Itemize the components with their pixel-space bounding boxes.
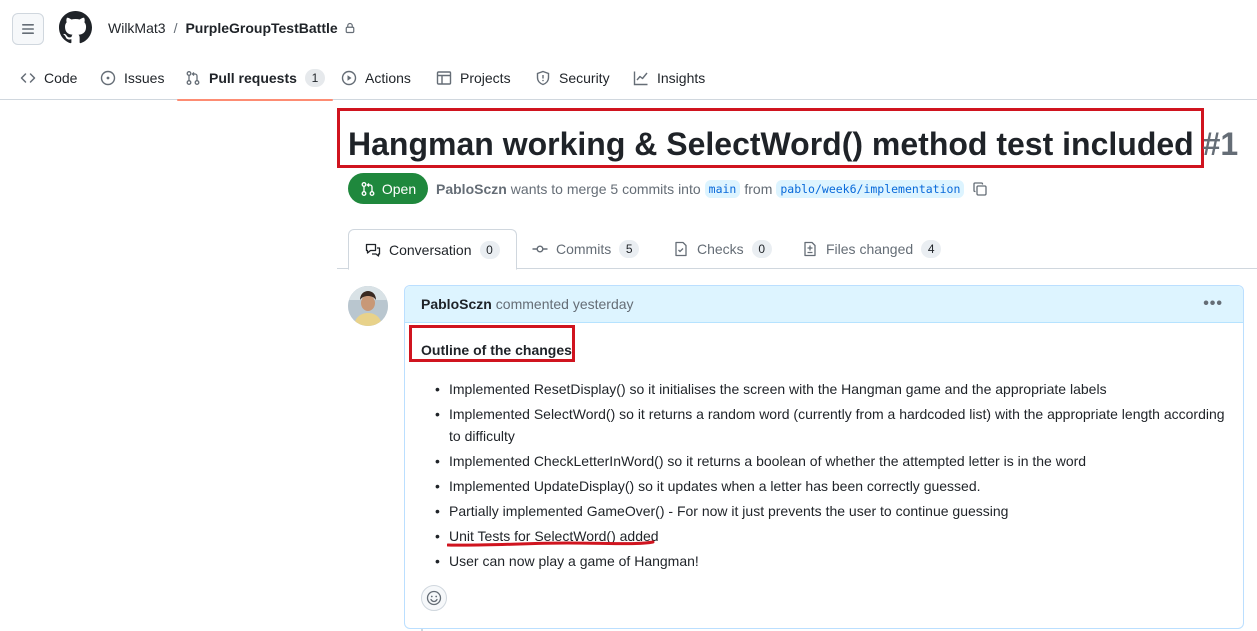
tab-projects[interactable]: Projects <box>436 56 511 100</box>
list-item: Partially implemented GameOver() - For n… <box>430 500 1230 522</box>
tab-checks[interactable]: Checks 0 <box>673 229 772 269</box>
checks-count: 0 <box>751 240 772 258</box>
tab-security-label: Security <box>559 70 610 86</box>
tab-checks-label: Checks <box>697 241 744 257</box>
pull-requests-count: 1 <box>304 69 325 87</box>
base-branch[interactable]: main <box>704 180 741 198</box>
issue-icon <box>100 70 116 86</box>
commits-count: 5 <box>619 240 640 258</box>
avatar[interactable] <box>348 286 388 326</box>
pr-title-text: Hangman working & SelectWord() method te… <box>348 126 1194 162</box>
copy-icon[interactable] <box>972 181 988 197</box>
repo-nav: Code Issues Pull requests 1 Actions Proj… <box>0 56 1257 101</box>
tab-projects-label: Projects <box>460 70 511 86</box>
comment-header: PabloSczn commented yesterday <box>405 286 1243 323</box>
pull-request-icon <box>361 181 375 196</box>
pull-request-icon <box>186 71 200 85</box>
tab-commits[interactable]: Commits 5 <box>532 229 640 269</box>
graph-icon <box>633 71 648 86</box>
shield-icon <box>536 70 550 86</box>
list-item: Implemented UpdateDisplay() so it update… <box>430 475 1230 497</box>
comment-body-heading: Outline of the changes <box>421 342 572 358</box>
tab-issues[interactable]: Issues <box>100 56 164 100</box>
smiley-icon <box>426 590 442 606</box>
tab-security[interactable]: Security <box>535 56 610 100</box>
tab-code[interactable]: Code <box>20 56 77 100</box>
pr-merge-text: wants to merge 5 commits into <box>510 181 701 197</box>
tab-commits-label: Commits <box>556 241 612 257</box>
tab-issues-label: Issues <box>124 70 165 86</box>
breadcrumb: WilkMat3 / PurpleGroupTestBattle <box>108 20 356 36</box>
repo-owner-link[interactable]: WilkMat3 <box>108 20 166 36</box>
pr-from-text: from <box>744 181 773 197</box>
hamburger-menu-button[interactable] <box>12 13 44 45</box>
pr-author-link[interactable]: PabloSczn <box>436 181 507 197</box>
checklist-icon <box>675 241 687 257</box>
lock-icon <box>345 22 355 34</box>
kebab-horizontal-icon[interactable]: ••• <box>1203 295 1223 313</box>
tab-files-changed-label: Files changed <box>826 241 914 257</box>
pr-number: #1 <box>1202 126 1239 162</box>
tab-insights[interactable]: Insights <box>633 56 705 100</box>
avatar-image <box>348 286 388 326</box>
files-changed-count: 4 <box>921 240 942 258</box>
list-item: Implemented CheckLetterInWord() so it re… <box>430 450 1230 472</box>
pr-tabs: Conversation 0 Commits 5 Checks 0 Files … <box>337 229 1257 270</box>
tab-conversation-label: Conversation <box>389 241 472 258</box>
table-icon <box>436 71 452 85</box>
pr-title: Hangman working & SelectWord() method te… <box>348 126 1238 163</box>
tab-actions-label: Actions <box>365 70 411 86</box>
comment-timestamp[interactable]: commented yesterday <box>496 296 634 312</box>
pr-state-badge: Open <box>348 173 428 204</box>
commit-icon <box>532 245 548 253</box>
list-item: Implemented SelectWord() so it returns a… <box>430 403 1230 447</box>
pr-state-label: Open <box>381 180 417 197</box>
red-underline-annotation <box>447 540 655 547</box>
comment-discussion-icon <box>365 243 381 257</box>
github-logo-icon[interactable] <box>59 11 92 44</box>
repo-name-link[interactable]: PurpleGroupTestBattle <box>185 20 337 36</box>
global-header: WilkMat3 / PurpleGroupTestBattle <box>0 0 1257 56</box>
tab-actions[interactable]: Actions <box>341 56 411 100</box>
tab-code-label: Code <box>44 70 78 86</box>
head-branch[interactable]: pablo/week6/implementation <box>776 180 965 198</box>
file-diff-icon <box>804 241 816 257</box>
add-reaction-button[interactable] <box>421 585 447 611</box>
comment-author-link[interactable]: PabloSczn <box>421 296 492 312</box>
conversation-count: 0 <box>479 240 500 259</box>
tab-insights-label: Insights <box>657 70 706 86</box>
tab-conversation[interactable]: Conversation 0 <box>348 229 517 270</box>
list-item: Implemented ResetDisplay() so it initial… <box>430 378 1230 400</box>
tab-pull-requests-label: Pull requests <box>209 70 297 86</box>
three-bars-icon <box>22 24 34 34</box>
pr-meta: PabloSczn wants to merge 5 commits into … <box>436 180 988 198</box>
play-icon <box>341 70 357 86</box>
breadcrumb-separator: / <box>173 20 178 36</box>
tab-files-changed[interactable]: Files changed 4 <box>802 229 942 269</box>
list-item: User can now play a game of Hangman! <box>430 550 1230 572</box>
code-icon <box>20 73 36 83</box>
tab-pull-requests[interactable]: Pull requests 1 <box>177 56 333 101</box>
